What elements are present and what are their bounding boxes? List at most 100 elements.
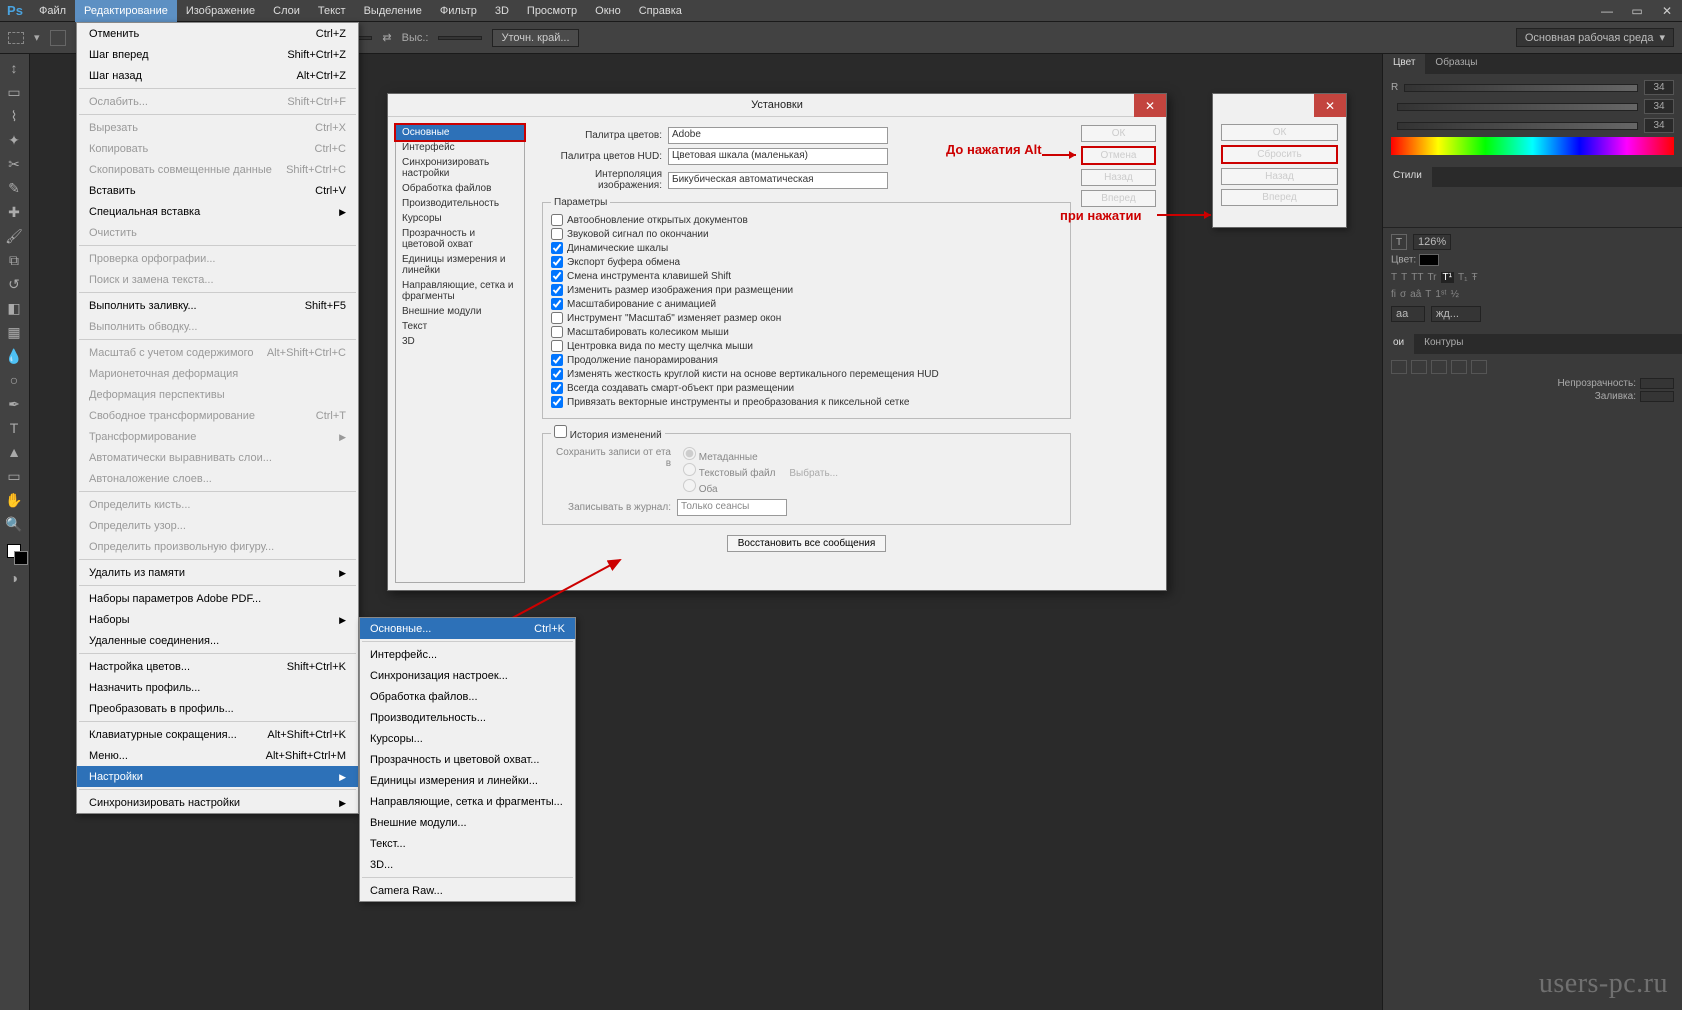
- prefs-category-item[interactable]: Внешние модули: [396, 304, 524, 319]
- blur-tool-icon[interactable]: 💧: [0, 344, 28, 368]
- restore-messages-button[interactable]: Восстановить все сообщения: [727, 535, 887, 552]
- prefs-checkbox[interactable]: [551, 284, 563, 296]
- alt-prev-button[interactable]: Назад: [1221, 168, 1338, 185]
- lasso-tool-icon[interactable]: ⌇: [0, 104, 28, 128]
- alt-ok-button[interactable]: ОК: [1221, 124, 1338, 141]
- prefs-submenu-item[interactable]: Основные...Ctrl+K: [360, 618, 575, 639]
- edit-menu-item[interactable]: Шаг впередShift+Ctrl+Z: [77, 44, 358, 65]
- height-input[interactable]: [438, 36, 482, 40]
- prefs-category-item[interactable]: Текст: [396, 319, 524, 334]
- prefs-checkbox[interactable]: [551, 298, 563, 310]
- prefs-checkbox[interactable]: [551, 228, 563, 240]
- quickmask-icon[interactable]: ◑: [0, 566, 28, 590]
- menu-file[interactable]: Файл: [30, 0, 75, 22]
- prefs-checkbox-row[interactable]: Привязать векторные инструменты и преобр…: [551, 396, 1062, 408]
- edit-menu-item[interactable]: Определить узор...: [77, 515, 358, 536]
- edit-menu-item[interactable]: Специальная вставка▶: [77, 201, 358, 222]
- marquee-tool-icon[interactable]: ▭: [0, 80, 28, 104]
- edit-menu-item[interactable]: Масштаб с учетом содержимогоAlt+Shift+Ct…: [77, 342, 358, 363]
- opacity-input[interactable]: [1640, 378, 1674, 389]
- edit-menu-item[interactable]: Очистить: [77, 222, 358, 243]
- edit-menu-item[interactable]: Удаленные соединения...: [77, 630, 358, 651]
- g-slider[interactable]: [1397, 103, 1638, 111]
- crop-tool-icon[interactable]: ✂: [0, 152, 28, 176]
- alt-reset-button[interactable]: Сбросить: [1221, 145, 1338, 164]
- tab-color[interactable]: Цвет: [1383, 54, 1425, 74]
- edit-menu-item[interactable]: Выполнить заливку...Shift+F5: [77, 295, 358, 316]
- prefs-category-item[interactable]: Синхронизировать настройки: [396, 155, 524, 181]
- prefs-category-item[interactable]: Интерфейс: [396, 140, 524, 155]
- eyedropper-tool-icon[interactable]: ✎: [0, 176, 28, 200]
- pen-tool-icon[interactable]: ✒: [0, 392, 28, 416]
- edit-menu-item[interactable]: Проверка орфографии...: [77, 248, 358, 269]
- tab-paths[interactable]: Контуры: [1414, 334, 1473, 354]
- prefs-submenu-item[interactable]: 3D...: [360, 854, 575, 875]
- prefs-submenu-item[interactable]: Единицы измерения и линейки...: [360, 770, 575, 791]
- prefs-checkbox-row[interactable]: Всегда создавать смарт-объект при размещ…: [551, 382, 1062, 394]
- dialog-close-button[interactable]: ✕: [1134, 94, 1166, 117]
- edit-menu-item[interactable]: Наборы▶: [77, 609, 358, 630]
- prefs-submenu-item[interactable]: Внешние модули...: [360, 812, 575, 833]
- prefs-category-item[interactable]: Направляющие, сетка и фрагменты: [396, 278, 524, 304]
- b-slider[interactable]: [1397, 122, 1638, 130]
- prefs-checkbox[interactable]: [551, 368, 563, 380]
- prefs-submenu-item[interactable]: Обработка файлов...: [360, 686, 575, 707]
- prefs-checkbox-row[interactable]: Изменить размер изображения при размещен…: [551, 284, 1062, 296]
- wand-tool-icon[interactable]: ✦: [0, 128, 28, 152]
- stamp-tool-icon[interactable]: ⧉: [0, 248, 28, 272]
- ok-button[interactable]: ОК: [1081, 125, 1156, 142]
- edit-menu-item[interactable]: Поиск и замена текста...: [77, 269, 358, 290]
- tab-swatches[interactable]: Образцы: [1425, 54, 1487, 74]
- edit-menu-item[interactable]: Автоналожение слоев...: [77, 468, 358, 489]
- edit-menu-item[interactable]: Наборы параметров Adobe PDF...: [77, 588, 358, 609]
- prefs-submenu-item[interactable]: Синхронизация настроек...: [360, 665, 575, 686]
- prefs-submenu-item[interactable]: Camera Raw...: [360, 880, 575, 901]
- prefs-checkbox-row[interactable]: Смена инструмента клавишей Shift: [551, 270, 1062, 282]
- prefs-checkbox[interactable]: [551, 354, 563, 366]
- prefs-submenu-item[interactable]: Текст...: [360, 833, 575, 854]
- prefs-checkbox[interactable]: [551, 214, 563, 226]
- menu-select[interactable]: Выделение: [355, 0, 431, 22]
- edit-menu-item[interactable]: Скопировать совмещенные данныеShift+Ctrl…: [77, 159, 358, 180]
- zoom-value[interactable]: 126%: [1413, 234, 1451, 250]
- prefs-submenu-item[interactable]: Прозрачность и цветовой охват...: [360, 749, 575, 770]
- menu-filter[interactable]: Фильтр: [431, 0, 486, 22]
- edit-menu-item[interactable]: Клавиатурные сокращения...Alt+Shift+Ctrl…: [77, 724, 358, 745]
- prefs-checkbox-row[interactable]: Масштабировать колесиком мыши: [551, 326, 1062, 338]
- menu-help[interactable]: Справка: [630, 0, 691, 22]
- prefs-checkbox-row[interactable]: Изменять жесткость круглой кисти на осно…: [551, 368, 1062, 380]
- hand-tool-icon[interactable]: ✋: [0, 488, 28, 512]
- menu-image[interactable]: Изображение: [177, 0, 264, 22]
- tab-layers[interactable]: ои: [1383, 334, 1414, 354]
- prefs-category-item[interactable]: 3D: [396, 334, 524, 349]
- edit-menu-item[interactable]: Деформация перспективы: [77, 384, 358, 405]
- menu-layers[interactable]: Слои: [264, 0, 309, 22]
- history-brush-icon[interactable]: ↺: [0, 272, 28, 296]
- prefs-checkbox[interactable]: [551, 326, 563, 338]
- next-button[interactable]: Вперед: [1081, 190, 1156, 207]
- prefs-checkbox-row[interactable]: Продолжение панорамирования: [551, 354, 1062, 366]
- history-enable-checkbox[interactable]: [554, 425, 567, 438]
- path-select-icon[interactable]: ▲: [0, 440, 28, 464]
- maximize-button[interactable]: ▭: [1622, 2, 1652, 20]
- prefs-category-item[interactable]: Курсоры: [396, 211, 524, 226]
- edit-menu-item[interactable]: Ослабить...Shift+Ctrl+F: [77, 91, 358, 112]
- edit-menu-item[interactable]: Преобразовать в профиль...: [77, 698, 358, 719]
- edit-menu-item[interactable]: Настройки▶: [77, 766, 358, 787]
- prefs-category-item[interactable]: Основные: [394, 123, 526, 142]
- prefs-category-item[interactable]: Единицы измерения и линейки: [396, 252, 524, 278]
- prefs-category-item[interactable]: Обработка файлов: [396, 181, 524, 196]
- prefs-checkbox-row[interactable]: Инструмент "Масштаб" изменяет размер око…: [551, 312, 1062, 324]
- edit-menu-item[interactable]: Выполнить обводку...: [77, 316, 358, 337]
- edit-menu-item[interactable]: Свободное трансформированиеCtrl+T: [77, 405, 358, 426]
- prefs-checkbox[interactable]: [551, 340, 563, 352]
- minimize-button[interactable]: —: [1592, 2, 1622, 20]
- edit-menu-item[interactable]: КопироватьCtrl+C: [77, 138, 358, 159]
- edit-menu-item[interactable]: Настройка цветов...Shift+Ctrl+K: [77, 656, 358, 677]
- prefs-checkbox[interactable]: [551, 396, 563, 408]
- brush-tool-icon[interactable]: 🖌: [0, 224, 28, 248]
- prefs-checkbox[interactable]: [551, 242, 563, 254]
- marquee-icon[interactable]: [8, 32, 24, 44]
- alt-next-button[interactable]: Вперед: [1221, 189, 1338, 206]
- prefs-category-item[interactable]: Прозрачность и цветовой охват: [396, 226, 524, 252]
